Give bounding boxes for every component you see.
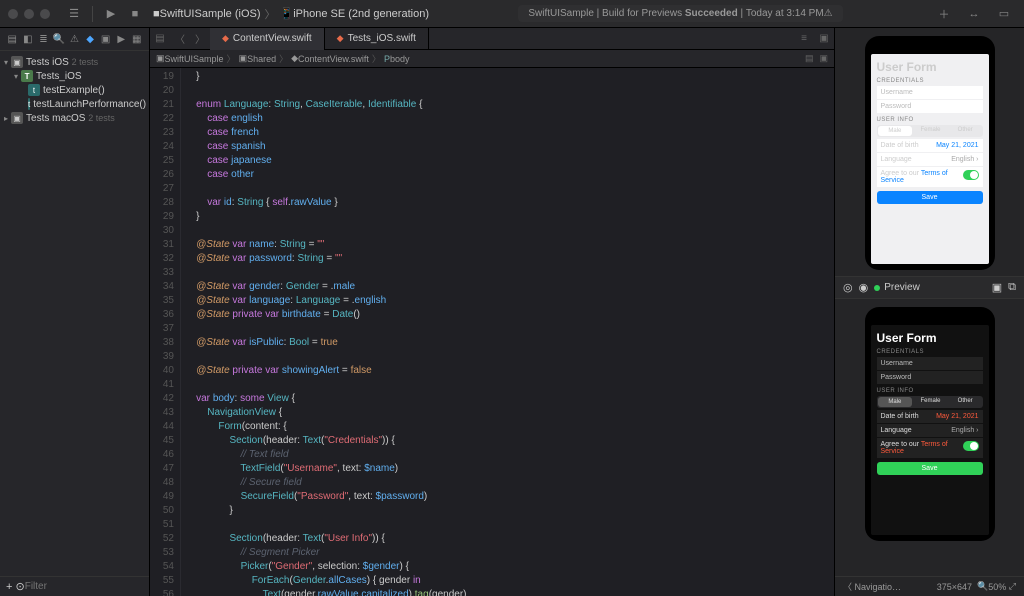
nav-forward-icon[interactable]: 〉 <box>190 31 210 46</box>
run-button-icon[interactable]: ▶ <box>102 5 120 23</box>
filter-input[interactable] <box>25 581 157 592</box>
save-button[interactable]: Save <box>877 191 983 204</box>
warning-icon[interactable]: ⚠︎ <box>824 8 833 19</box>
library-icon[interactable]: ＋ <box>935 5 953 23</box>
swift-file-icon: ◆ <box>222 33 229 44</box>
activity-status[interactable]: SwiftUISample | Build for Previews Succe… <box>518 5 842 22</box>
username-field[interactable]: Username <box>877 86 983 99</box>
inspect-preview-icon[interactable]: ◉ <box>859 281 869 294</box>
add-editor-icon[interactable]: ▣ <box>814 33 834 44</box>
preview-controls: ◎ ◉ Preview ▣ ⧉ <box>835 276 1024 299</box>
window-traffic-lights[interactable] <box>8 9 50 19</box>
navigator-panel: ▤ ◧ ≣ 🔍 ⚠ ◆ ▣ ▶ ▦ ▾▣Tests iOS 2 tests ▾T… <box>0 28 150 596</box>
add-icon[interactable]: + <box>6 581 12 593</box>
test-navigator-tree[interactable]: ▾▣Tests iOS 2 tests ▾TTests_iOS ttestExa… <box>0 51 149 576</box>
dob-row[interactable]: Date of birthMay 21, 2021 <box>877 139 983 152</box>
breakpoint-nav-icon[interactable]: ▶ <box>115 32 128 46</box>
form-title: User Form <box>877 60 983 74</box>
related-items-icon[interactable]: ▤ <box>150 33 170 44</box>
project-nav-icon[interactable]: ▤ <box>6 32 19 46</box>
terms-toggle[interactable] <box>963 170 979 180</box>
tab-tests-ios[interactable]: ◆Tests_iOS.swift <box>325 28 429 50</box>
tab-contentview[interactable]: ◆ContentView.swift <box>210 28 325 50</box>
inspectors-toggle-icon[interactable]: ▭ <box>995 5 1013 23</box>
debug-nav-icon[interactable]: ▣ <box>99 32 112 46</box>
terms-row[interactable]: Agree to our Terms of Service <box>877 167 983 187</box>
live-preview-icon[interactable]: ◎ <box>843 281 853 294</box>
source-control-nav-icon[interactable]: ◧ <box>22 32 35 46</box>
report-nav-icon[interactable]: ▦ <box>131 32 144 46</box>
language-row[interactable]: LanguageEnglish › <box>877 153 983 166</box>
canvas-status-bar[interactable]: 〈 Navigatio… 375×647 🔍 50% ⤢ <box>835 576 1024 596</box>
canvas-panel: User Form CREDENTIALS Username Password … <box>834 28 1024 596</box>
swift-file-icon: ◆ <box>337 33 344 44</box>
nav-back-icon[interactable]: 〈 <box>170 31 190 46</box>
symbol-nav-icon[interactable]: ≣ <box>37 32 50 46</box>
gender-picker[interactable]: MaleFemaleOther <box>877 125 983 137</box>
minimap-icon[interactable]: ▤ <box>805 53 814 64</box>
find-nav-icon[interactable]: 🔍 <box>53 32 66 46</box>
password-field[interactable]: Password <box>877 100 983 113</box>
jump-bar[interactable]: ▣ SwiftUISample〉 ▣ Shared〉 ◆ ContentView… <box>150 50 834 68</box>
preview-mode-toggle[interactable]: Preview <box>874 282 920 293</box>
stop-button-icon[interactable]: ■ <box>126 5 144 23</box>
editor-options-icon[interactable]: ≡ <box>794 33 814 44</box>
source-editor[interactable]: 1920212223242526272829303132333435363738… <box>150 68 834 596</box>
device-icon: 📱 <box>280 7 294 20</box>
filter-icon: ⊙ <box>16 580 25 593</box>
adjust-editor-icon[interactable]: ▣ <box>819 53 828 64</box>
preview-device-settings-icon[interactable]: ▣ <box>992 281 1002 294</box>
issue-nav-icon[interactable]: ⚠ <box>68 32 81 46</box>
duplicate-preview-icon[interactable]: ⧉ <box>1008 281 1016 294</box>
test-nav-icon[interactable]: ◆ <box>84 32 97 46</box>
preview-device-light[interactable]: User Form CREDENTIALS Username Password … <box>865 36 995 270</box>
main-toolbar: ☰ ▶ ■ ■ SwiftUISample (iOS)〉 📱 iPhone SE… <box>0 0 1024 28</box>
editor-tab-bar: ▤ 〈 〉 ◆ContentView.swift ◆Tests_iOS.swif… <box>150 28 834 50</box>
scheme-selector[interactable]: ■ SwiftUISample (iOS)〉 📱 iPhone SE (2nd … <box>153 6 429 22</box>
preview-device-dark[interactable]: User Form CREDENTIALS Username Password … <box>865 307 995 541</box>
sidebar-toggle-icon[interactable]: ☰ <box>65 5 83 23</box>
code-review-icon[interactable]: ↔ <box>965 5 983 23</box>
navigator-selector[interactable]: ▤ ◧ ≣ 🔍 ⚠ ◆ ▣ ▶ ▦ <box>0 28 149 51</box>
